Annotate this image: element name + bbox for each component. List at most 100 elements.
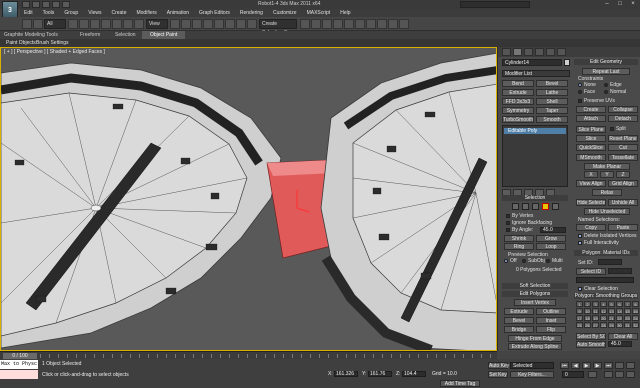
smoothing-group-22-button[interactable]: 22 (616, 315, 623, 321)
orbit-icon[interactable] (626, 371, 635, 378)
add-time-tag-button[interactable]: Add Time Tag (440, 380, 480, 387)
mirror-icon[interactable] (300, 19, 310, 29)
time-configuration-icon[interactable] (588, 371, 597, 378)
polygon-mode-icon[interactable] (542, 203, 549, 210)
reset-plane-button[interactable]: Reset Plane (608, 135, 638, 142)
maxscript-listener[interactable]: Max to Physc (0, 360, 38, 369)
smoothing-group-4-button[interactable]: 4 (600, 301, 607, 307)
slice-button[interactable]: Slice (576, 135, 606, 142)
modifier-ffd-button[interactable]: FFD 3x3x3 (502, 98, 534, 105)
keyboard-shortcut-icon[interactable] (192, 19, 202, 29)
slice-plane-button[interactable]: Slice Plane (576, 126, 606, 133)
preview-subobj-radio[interactable] (522, 259, 526, 263)
close-icon[interactable]: × (627, 0, 639, 8)
menu-group[interactable]: Group (60, 9, 84, 17)
inset-button[interactable]: Inset (536, 317, 566, 324)
make-planar-button[interactable]: Make Planar (584, 163, 630, 170)
element-mode-icon[interactable] (552, 203, 559, 210)
constraint-face-radio[interactable] (578, 90, 582, 94)
align-icon[interactable] (311, 19, 321, 29)
smoothing-group-13-button[interactable]: 13 (608, 308, 615, 314)
create-button[interactable]: Create (576, 106, 606, 113)
info-center-search[interactable] (460, 1, 530, 8)
flip-button[interactable]: Flip (536, 326, 566, 333)
rectangular-selection-icon[interactable] (90, 19, 100, 29)
preview-multi-radio[interactable] (546, 259, 550, 263)
auto-key-button[interactable]: Auto Key (488, 362, 509, 369)
selection-rollout-header[interactable]: Selection (502, 195, 568, 201)
graphite-toggle-icon[interactable] (333, 19, 343, 29)
tab-object-paint[interactable]: Object Paint (142, 31, 186, 39)
extrude-button[interactable]: Extrude (504, 308, 534, 315)
smoothing-group-1-button[interactable]: 1 (576, 301, 583, 307)
paste-button[interactable]: Paste (608, 224, 638, 231)
reference-coordinate-dropdown[interactable]: View (146, 19, 168, 29)
hide-selected-button[interactable]: Hide Selected (576, 199, 606, 206)
view-align-button[interactable]: View Align (576, 180, 606, 187)
motion-tab-icon[interactable] (535, 48, 544, 56)
detach-button[interactable]: Detach (608, 115, 638, 122)
by-angle-checkbox[interactable] (506, 228, 510, 232)
smoothing-group-21-button[interactable]: 21 (608, 315, 615, 321)
selection-filter-dropdown[interactable]: All (44, 19, 66, 29)
select-scale-icon[interactable] (134, 19, 144, 29)
copy-button[interactable]: Copy (576, 224, 606, 231)
previous-frame-icon[interactable]: ◀ (571, 362, 580, 369)
pivot-center-icon[interactable] (170, 19, 180, 29)
preview-off-radio[interactable] (504, 259, 508, 263)
current-frame-field[interactable]: 0 (562, 371, 584, 378)
smoothing-group-16-button[interactable]: 16 (632, 308, 639, 314)
open-icon[interactable] (32, 1, 40, 8)
delete-isolated-checkbox[interactable] (578, 234, 582, 238)
menu-modifiers[interactable]: Modifiers (132, 9, 162, 17)
object-color-swatch[interactable] (564, 59, 570, 66)
smoothing-group-12-button[interactable]: 12 (600, 308, 607, 314)
constraint-none-radio[interactable] (578, 83, 582, 87)
redo-icon[interactable] (62, 1, 70, 8)
smoothing-group-26-button[interactable]: 26 (584, 322, 591, 328)
smoothing-group-32-button[interactable]: 32 (632, 322, 639, 328)
menu-customize[interactable]: Customize (269, 9, 303, 17)
msmooth-button[interactable]: MSmooth (576, 154, 606, 161)
rendered-frame-icon[interactable] (388, 19, 398, 29)
render-setup-icon[interactable] (377, 19, 387, 29)
vertex-mode-icon[interactable] (512, 203, 519, 210)
zoom-extents-icon[interactable] (615, 362, 624, 369)
select-move-icon[interactable] (112, 19, 122, 29)
material-editor-icon[interactable] (366, 19, 376, 29)
smoothing-group-28-button[interactable]: 28 (600, 322, 607, 328)
menu-tools[interactable]: Tools (39, 9, 61, 17)
auto-smooth-button[interactable]: Auto Smooth (576, 341, 606, 348)
timeline-track[interactable] (40, 354, 495, 358)
y-coordinate-field[interactable]: 161.76 (368, 371, 392, 377)
attach-button[interactable]: Attach (576, 115, 606, 122)
undo-icon[interactable] (52, 1, 60, 8)
material-ids-rollout-header[interactable]: Polygon: Material IDs (574, 250, 638, 256)
percent-snap-icon[interactable] (225, 19, 235, 29)
layer-manager-icon[interactable] (322, 19, 332, 29)
modifier-shell-button[interactable]: Shell (536, 98, 568, 105)
modifier-bevel-button[interactable]: Bevel (536, 80, 568, 87)
utilities-tab-icon[interactable] (557, 48, 566, 56)
angle-snap-icon[interactable] (214, 19, 224, 29)
go-to-end-icon[interactable]: ⏭ (604, 362, 613, 369)
schematic-view-icon[interactable] (355, 19, 365, 29)
key-mode-dropdown[interactable]: Selected (510, 362, 554, 369)
save-icon[interactable] (42, 1, 50, 8)
select-id-spinner[interactable] (608, 268, 632, 274)
smoothing-group-10-button[interactable]: 10 (584, 308, 591, 314)
play-icon[interactable]: ▶ (582, 362, 591, 369)
menu-edit[interactable]: Edit (20, 9, 39, 17)
smoothing-group-19-button[interactable]: 19 (592, 315, 599, 321)
make-planar-z-button[interactable]: Z (616, 171, 630, 178)
make-planar-x-button[interactable]: X (584, 171, 598, 178)
hide-unselected-button[interactable]: Hide Unselected (584, 208, 630, 215)
hierarchy-tab-icon[interactable] (524, 48, 533, 56)
modifier-bend-button[interactable]: Bend (502, 80, 534, 87)
modify-tab-icon[interactable] (513, 48, 522, 56)
cut-button[interactable]: Cut (608, 144, 638, 151)
smoothing-group-25-button[interactable]: 25 (576, 322, 583, 328)
undo-button[interactable] (22, 19, 32, 29)
maximize-icon[interactable]: □ (614, 0, 626, 8)
modifier-lathe-button[interactable]: Lathe (536, 89, 568, 96)
